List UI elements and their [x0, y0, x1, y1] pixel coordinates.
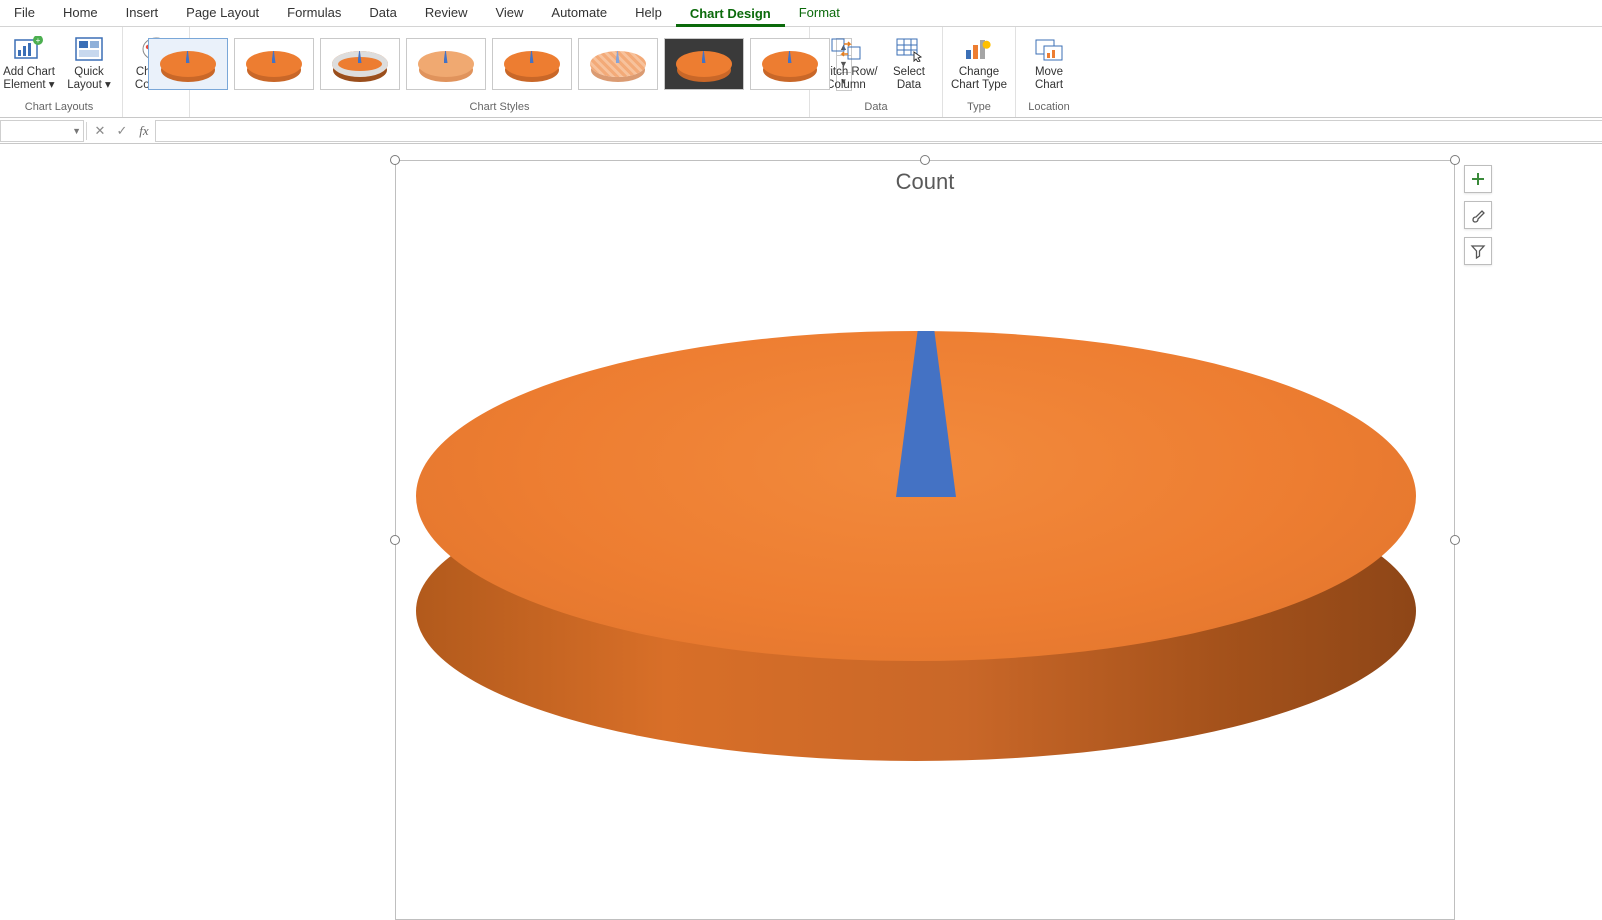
change-chart-type-label: Change Chart Type — [951, 66, 1007, 92]
chart-style-5[interactable] — [492, 38, 572, 90]
tab-help[interactable]: Help — [621, 1, 676, 26]
formula-cancel-button[interactable]: ✕ — [89, 123, 111, 139]
chart-styles-button[interactable] — [1464, 201, 1492, 229]
pie-3d[interactable] — [416, 331, 1416, 761]
add-chart-element-button[interactable]: + Add Chart Element ▾ — [0, 29, 58, 94]
chart-style-2[interactable] — [234, 38, 314, 90]
group-label-location: Location — [1020, 99, 1078, 117]
change-chart-type-button[interactable]: Change Chart Type — [947, 29, 1011, 94]
funnel-icon — [1470, 243, 1486, 259]
quick-layout-label: Quick Layout ▾ — [67, 66, 111, 92]
quick-layout-icon — [73, 33, 105, 65]
tab-data[interactable]: Data — [355, 1, 410, 26]
tab-review[interactable]: Review — [411, 1, 482, 26]
insert-function-button[interactable]: fx — [133, 123, 155, 139]
chart-object[interactable]: Count — [395, 160, 1455, 920]
name-box-dropdown-icon[interactable]: ▼ — [68, 126, 81, 136]
change-chart-type-icon — [963, 33, 995, 65]
chart-elements-button[interactable] — [1464, 165, 1492, 193]
tab-file[interactable]: File — [0, 1, 49, 26]
chart-style-gallery: ▲ ▼ ▾ — [144, 29, 856, 99]
add-chart-element-label: Add Chart Element ▾ — [3, 66, 55, 92]
divider — [86, 122, 87, 140]
tab-view[interactable]: View — [481, 1, 537, 26]
group-label-chart-styles: Chart Styles — [194, 99, 805, 117]
select-data-icon — [893, 33, 925, 65]
move-chart-button[interactable]: Move Chart — [1020, 29, 1078, 94]
group-label-chart-layouts: Chart Layouts — [0, 99, 118, 117]
tab-insert[interactable]: Insert — [112, 1, 173, 26]
chart-style-4[interactable] — [406, 38, 486, 90]
resize-handle-tm[interactable] — [920, 155, 930, 165]
switch-row-column-icon — [830, 33, 862, 65]
add-chart-element-icon: + — [13, 33, 45, 65]
chart-style-6[interactable] — [578, 38, 658, 90]
tab-automate[interactable]: Automate — [537, 1, 621, 26]
resize-handle-tl[interactable] — [390, 155, 400, 165]
svg-text:+: + — [36, 36, 41, 45]
select-data-label: Select Data — [893, 66, 925, 92]
chart-style-7[interactable] — [664, 38, 744, 90]
formula-input[interactable] — [155, 120, 1602, 142]
chart-filters-button[interactable] — [1464, 237, 1492, 265]
resize-handle-tr[interactable] — [1450, 155, 1460, 165]
tab-chart-design[interactable]: Chart Design — [676, 2, 785, 27]
chart-style-8[interactable] — [750, 38, 830, 90]
chart-style-3[interactable] — [320, 38, 400, 90]
name-box[interactable]: ▼ — [0, 120, 84, 142]
formula-enter-button[interactable]: ✓ — [111, 123, 133, 139]
ribbon-tabs: File Home Insert Page Layout Formulas Da… — [0, 0, 1602, 26]
tab-page-layout[interactable]: Page Layout — [172, 1, 273, 26]
brush-icon — [1470, 207, 1486, 223]
tab-home[interactable]: Home — [49, 1, 112, 26]
chart-style-1[interactable] — [148, 38, 228, 90]
move-chart-label: Move Chart — [1035, 66, 1063, 92]
resize-handle-ml[interactable] — [390, 535, 400, 545]
group-label-data: Data — [814, 99, 938, 117]
plus-icon — [1470, 171, 1486, 187]
select-data-button[interactable]: Select Data — [880, 29, 938, 94]
group-label-type: Type — [947, 99, 1011, 117]
group-label-blank1 — [127, 99, 185, 117]
tab-formulas[interactable]: Formulas — [273, 1, 355, 26]
resize-handle-mr[interactable] — [1450, 535, 1460, 545]
formula-bar: ▼ ✕ ✓ fx — [0, 118, 1602, 144]
move-chart-icon — [1033, 33, 1065, 65]
worksheet-canvas[interactable]: Count — [0, 146, 1602, 885]
ribbon: + Add Chart Element ▾ Quick Layout ▾ Cha… — [0, 26, 1602, 118]
chart-title[interactable]: Count — [396, 169, 1454, 195]
quick-layout-button[interactable]: Quick Layout ▾ — [60, 29, 118, 94]
tab-format[interactable]: Format — [785, 1, 854, 26]
